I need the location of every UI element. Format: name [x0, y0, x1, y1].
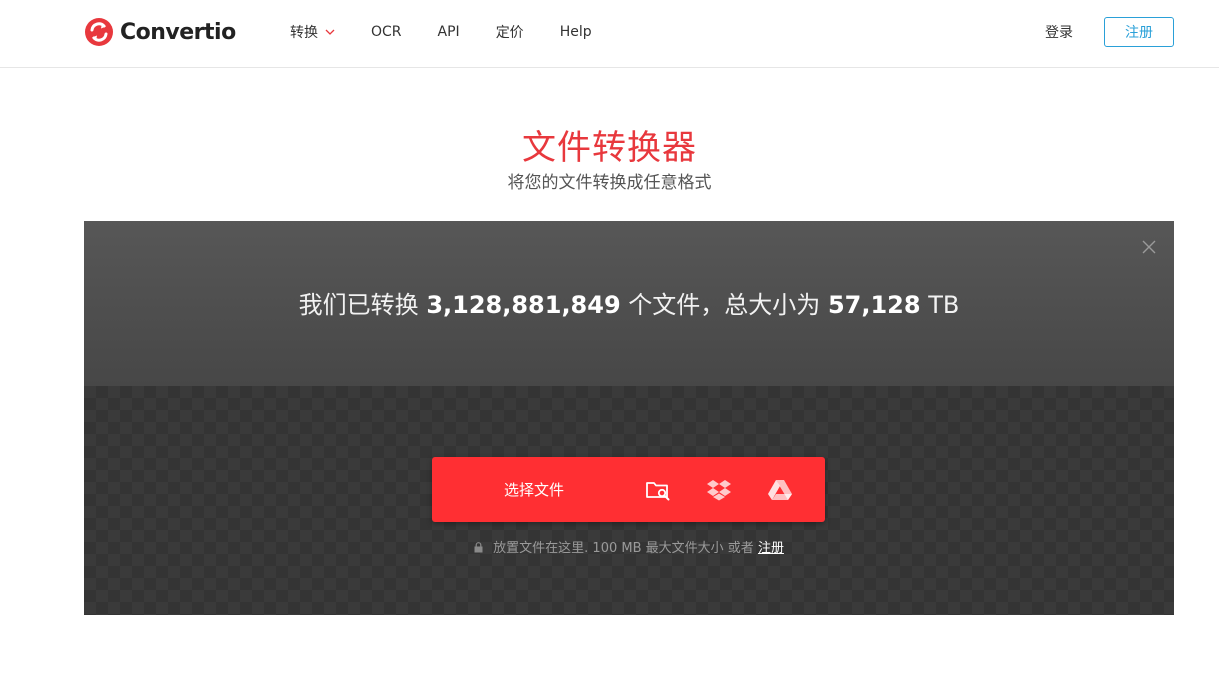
stats-banner: 我们已转换 3,128,881,849 个文件，总大小为 57,128 TB	[84, 221, 1174, 386]
signup-button[interactable]: 注册	[1104, 17, 1174, 47]
nav-item-convert[interactable]: 转换	[290, 22, 335, 42]
nav-item-ocr[interactable]: OCR	[371, 24, 402, 40]
nav-item-help[interactable]: Help	[560, 24, 592, 40]
nav-item-label: API	[437, 24, 460, 40]
brand-name: Convertio	[120, 19, 236, 45]
nav-item-pricing[interactable]: 定价	[496, 22, 524, 42]
nav-item-label: 转换	[290, 25, 318, 41]
lock-icon	[474, 542, 483, 553]
browse-computer-button[interactable]	[628, 457, 688, 522]
upload-hint: 放置文件在这里. 100 MB 最大文件大小 或者 注册	[84, 537, 1174, 556]
nav-item-label: OCR	[371, 24, 402, 40]
files-count: 3,128,881,849	[426, 291, 621, 319]
hint-signup-link[interactable]: 注册	[758, 541, 784, 556]
total-size: 57,128	[827, 291, 921, 319]
drop-zone[interactable]: 选择文件 放置文件在这里. 100 MB 最大文件大小 或者 注册	[84, 386, 1174, 615]
size-unit: TB	[928, 291, 960, 319]
nav-item-api[interactable]: API	[438, 24, 460, 40]
site-header: Convertio 转换 OCR API 定价 Help 登录 注册	[0, 0, 1219, 68]
hint-text: 放置文件在这里. 100 MB 最大文件大小 或者	[493, 541, 754, 556]
convertio-logo-icon	[85, 18, 113, 46]
main-nav: 转换 OCR API 定价 Help	[290, 22, 628, 42]
chevron-down-icon	[325, 29, 335, 35]
stats-prefix: 我们已转换	[298, 291, 419, 319]
converter-panel: 我们已转换 3,128,881,849 个文件，总大小为 57,128 TB 选…	[84, 221, 1174, 615]
google-drive-button[interactable]	[750, 457, 810, 522]
page-title: 文件转换器	[522, 128, 697, 168]
choose-files-group: 选择文件	[432, 457, 825, 522]
nav-item-label: Help	[559, 24, 592, 40]
page-subtitle: 将您的文件转换成任意格式	[507, 173, 712, 193]
stats-middle: 个文件，总大小为	[628, 291, 821, 319]
logo[interactable]: Convertio	[84, 16, 236, 48]
login-link[interactable]: 登录	[1045, 22, 1073, 42]
dropbox-icon	[707, 479, 731, 500]
close-icon[interactable]	[1141, 239, 1157, 255]
choose-files-button[interactable]: 选择文件	[432, 457, 636, 522]
folder-search-icon	[646, 481, 670, 500]
nav-item-label: 定价	[495, 25, 524, 41]
google-drive-icon	[768, 479, 792, 500]
stats-text: 我们已转换 3,128,881,849 个文件，总大小为 57,128 TB	[84, 285, 1174, 320]
dropbox-button[interactable]	[689, 457, 749, 522]
